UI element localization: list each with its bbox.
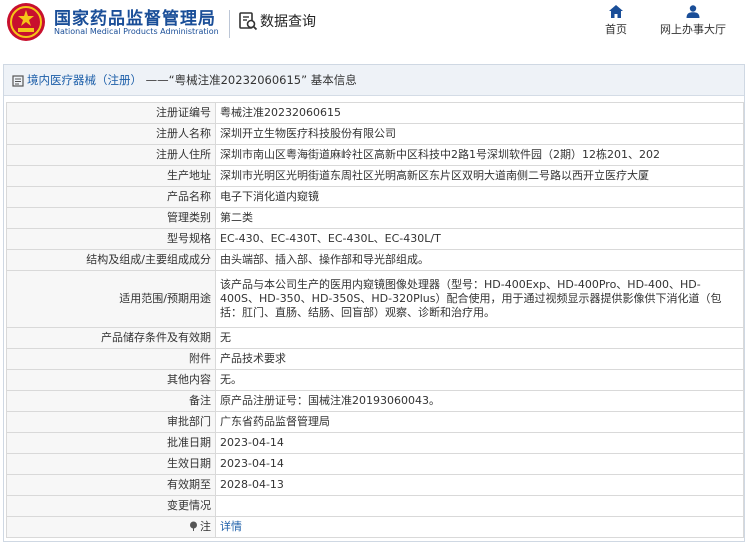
breadcrumb: 境内医疗器械（注册） ——“粤械注准20232060615” 基本信息	[4, 65, 744, 96]
row-value: 由头端部、插入部、操作部和导光部组成。	[215, 249, 744, 271]
row-value: 原产品注册证号：国械注准20193060043。	[215, 390, 744, 412]
table-row: 管理类别 第二类	[6, 207, 744, 229]
row-value	[215, 495, 744, 517]
site-header: 国家药品监督管理局 National Medical Products Admi…	[0, 0, 747, 47]
breadcrumb-separator: ——	[145, 73, 169, 87]
note-label: 注	[200, 520, 211, 533]
row-value: 粤械注准20232060615	[215, 102, 744, 124]
data-query-icon	[239, 12, 258, 31]
row-value: 2023-04-14	[215, 453, 744, 475]
details-link[interactable]: 详情	[220, 520, 242, 533]
breadcrumb-category[interactable]: 境内医疗器械（注册）	[27, 73, 142, 87]
row-label: 产品名称	[6, 186, 216, 208]
row-label: 审批部门	[6, 411, 216, 433]
nav-home-label: 首页	[605, 23, 627, 36]
row-value: 无。	[215, 369, 744, 391]
nav-online-service-label: 网上办事大厅	[660, 23, 726, 36]
row-label: 结构及组成/主要组成成分	[6, 249, 216, 271]
site-subtitle: National Medical Products Administration	[54, 27, 219, 36]
row-value: 该产品与本公司生产的医用内窥镜图像处理器（型号：HD-400Exp、HD-400…	[215, 270, 744, 328]
row-label: 注册证编号	[6, 102, 216, 124]
row-label: 生产地址	[6, 165, 216, 187]
table-row: 批准日期 2023-04-14	[6, 432, 744, 454]
row-label: 适用范围/预期用途	[6, 270, 216, 328]
nav-online-service[interactable]: 网上办事大厅	[650, 5, 736, 37]
row-value: 第二类	[215, 207, 744, 229]
row-label: 备注	[6, 390, 216, 412]
header-divider	[229, 10, 230, 38]
nav-home[interactable]: 首页	[598, 5, 634, 37]
row-label: 有效期至	[6, 474, 216, 496]
table-row: 其他内容 无。	[6, 369, 744, 391]
table-row: 注册证编号 粤械注准20232060615	[6, 102, 744, 124]
row-label: 产品储存条件及有效期	[6, 327, 216, 349]
table-row: 适用范围/预期用途 该产品与本公司生产的医用内窥镜图像处理器（型号：HD-400E…	[6, 270, 744, 328]
breadcrumb-suffix: 基本信息	[310, 73, 357, 87]
row-label: 变更情况	[6, 495, 216, 517]
detail-panel: 境内医疗器械（注册） ——“粤械注准20232060615” 基本信息 注册证编…	[3, 64, 745, 542]
table-row: 注册人名称 深圳开立生物医疗科技股份有限公司	[6, 123, 744, 145]
table-row: 审批部门 广东省药品监督管理局	[6, 411, 744, 433]
national-emblem-icon	[7, 3, 45, 41]
row-label: 附件	[6, 348, 216, 370]
table-row: 结构及组成/主要组成成分 由头端部、插入部、操作部和导光部组成。	[6, 249, 744, 271]
note-value-cell: 详情	[215, 516, 744, 538]
table-row: 产品名称 电子下消化道内窥镜	[6, 186, 744, 208]
site-title: 国家药品监督管理局	[54, 9, 216, 29]
row-label: 注册人名称	[6, 123, 216, 145]
row-value: 深圳市光明区光明街道东周社区光明高新区东片区双明大道南侧二号路以西开立医疗大厦	[215, 165, 744, 187]
row-value: 产品技术要求	[215, 348, 744, 370]
table-row: 附件 产品技术要求	[6, 348, 744, 370]
row-label: 其他内容	[6, 369, 216, 391]
table-row: 生效日期 2023-04-14	[6, 453, 744, 475]
list-icon	[12, 74, 24, 87]
table-row: 备注 原产品注册证号：国械注准20193060043。	[6, 390, 744, 412]
row-value: 深圳开立生物医疗科技股份有限公司	[215, 123, 744, 145]
row-label: 生效日期	[6, 453, 216, 475]
row-label: 注册人住所	[6, 144, 216, 166]
registration-detail-table: 注册证编号 粤械注准20232060615 注册人名称 深圳开立生物医疗科技股份有限…	[6, 102, 744, 538]
pin-icon	[190, 521, 197, 531]
row-value: 无	[215, 327, 744, 349]
home-icon	[609, 5, 623, 18]
table-row: 型号规格 EC-430、EC-430T、EC-430L、EC-430L/T	[6, 228, 744, 250]
row-value: 2023-04-14	[215, 432, 744, 454]
row-label: 型号规格	[6, 228, 216, 250]
table-row: 有效期至 2028-04-13	[6, 474, 744, 496]
breadcrumb-current: “粤械注准20232060615”	[168, 73, 308, 87]
row-value: 2028-04-13	[215, 474, 744, 496]
user-icon	[686, 5, 700, 18]
row-value: EC-430、EC-430T、EC-430L、EC-430L/T	[215, 228, 744, 250]
note-label-cell: 注	[6, 516, 216, 538]
row-value: 深圳市南山区粤海街道麻岭社区高新中区科技中2路1号深圳软件园（2期）12栋201…	[215, 144, 744, 166]
data-query-label[interactable]: 数据查询	[260, 11, 316, 31]
row-label: 批准日期	[6, 432, 216, 454]
table-row: 生产地址 深圳市光明区光明街道东周社区光明高新区东片区双明大道南侧二号路以西开立医…	[6, 165, 744, 187]
table-row: 注 详情	[6, 516, 744, 538]
row-value: 电子下消化道内窥镜	[215, 186, 744, 208]
row-label: 管理类别	[6, 207, 216, 229]
table-row: 产品储存条件及有效期无	[6, 327, 744, 349]
row-value: 广东省药品监督管理局	[215, 411, 744, 433]
table-row: 变更情况	[6, 495, 744, 517]
table-row: 注册人住所 深圳市南山区粤海街道麻岭社区高新中区科技中2路1号深圳软件园（2期）1…	[6, 144, 744, 166]
